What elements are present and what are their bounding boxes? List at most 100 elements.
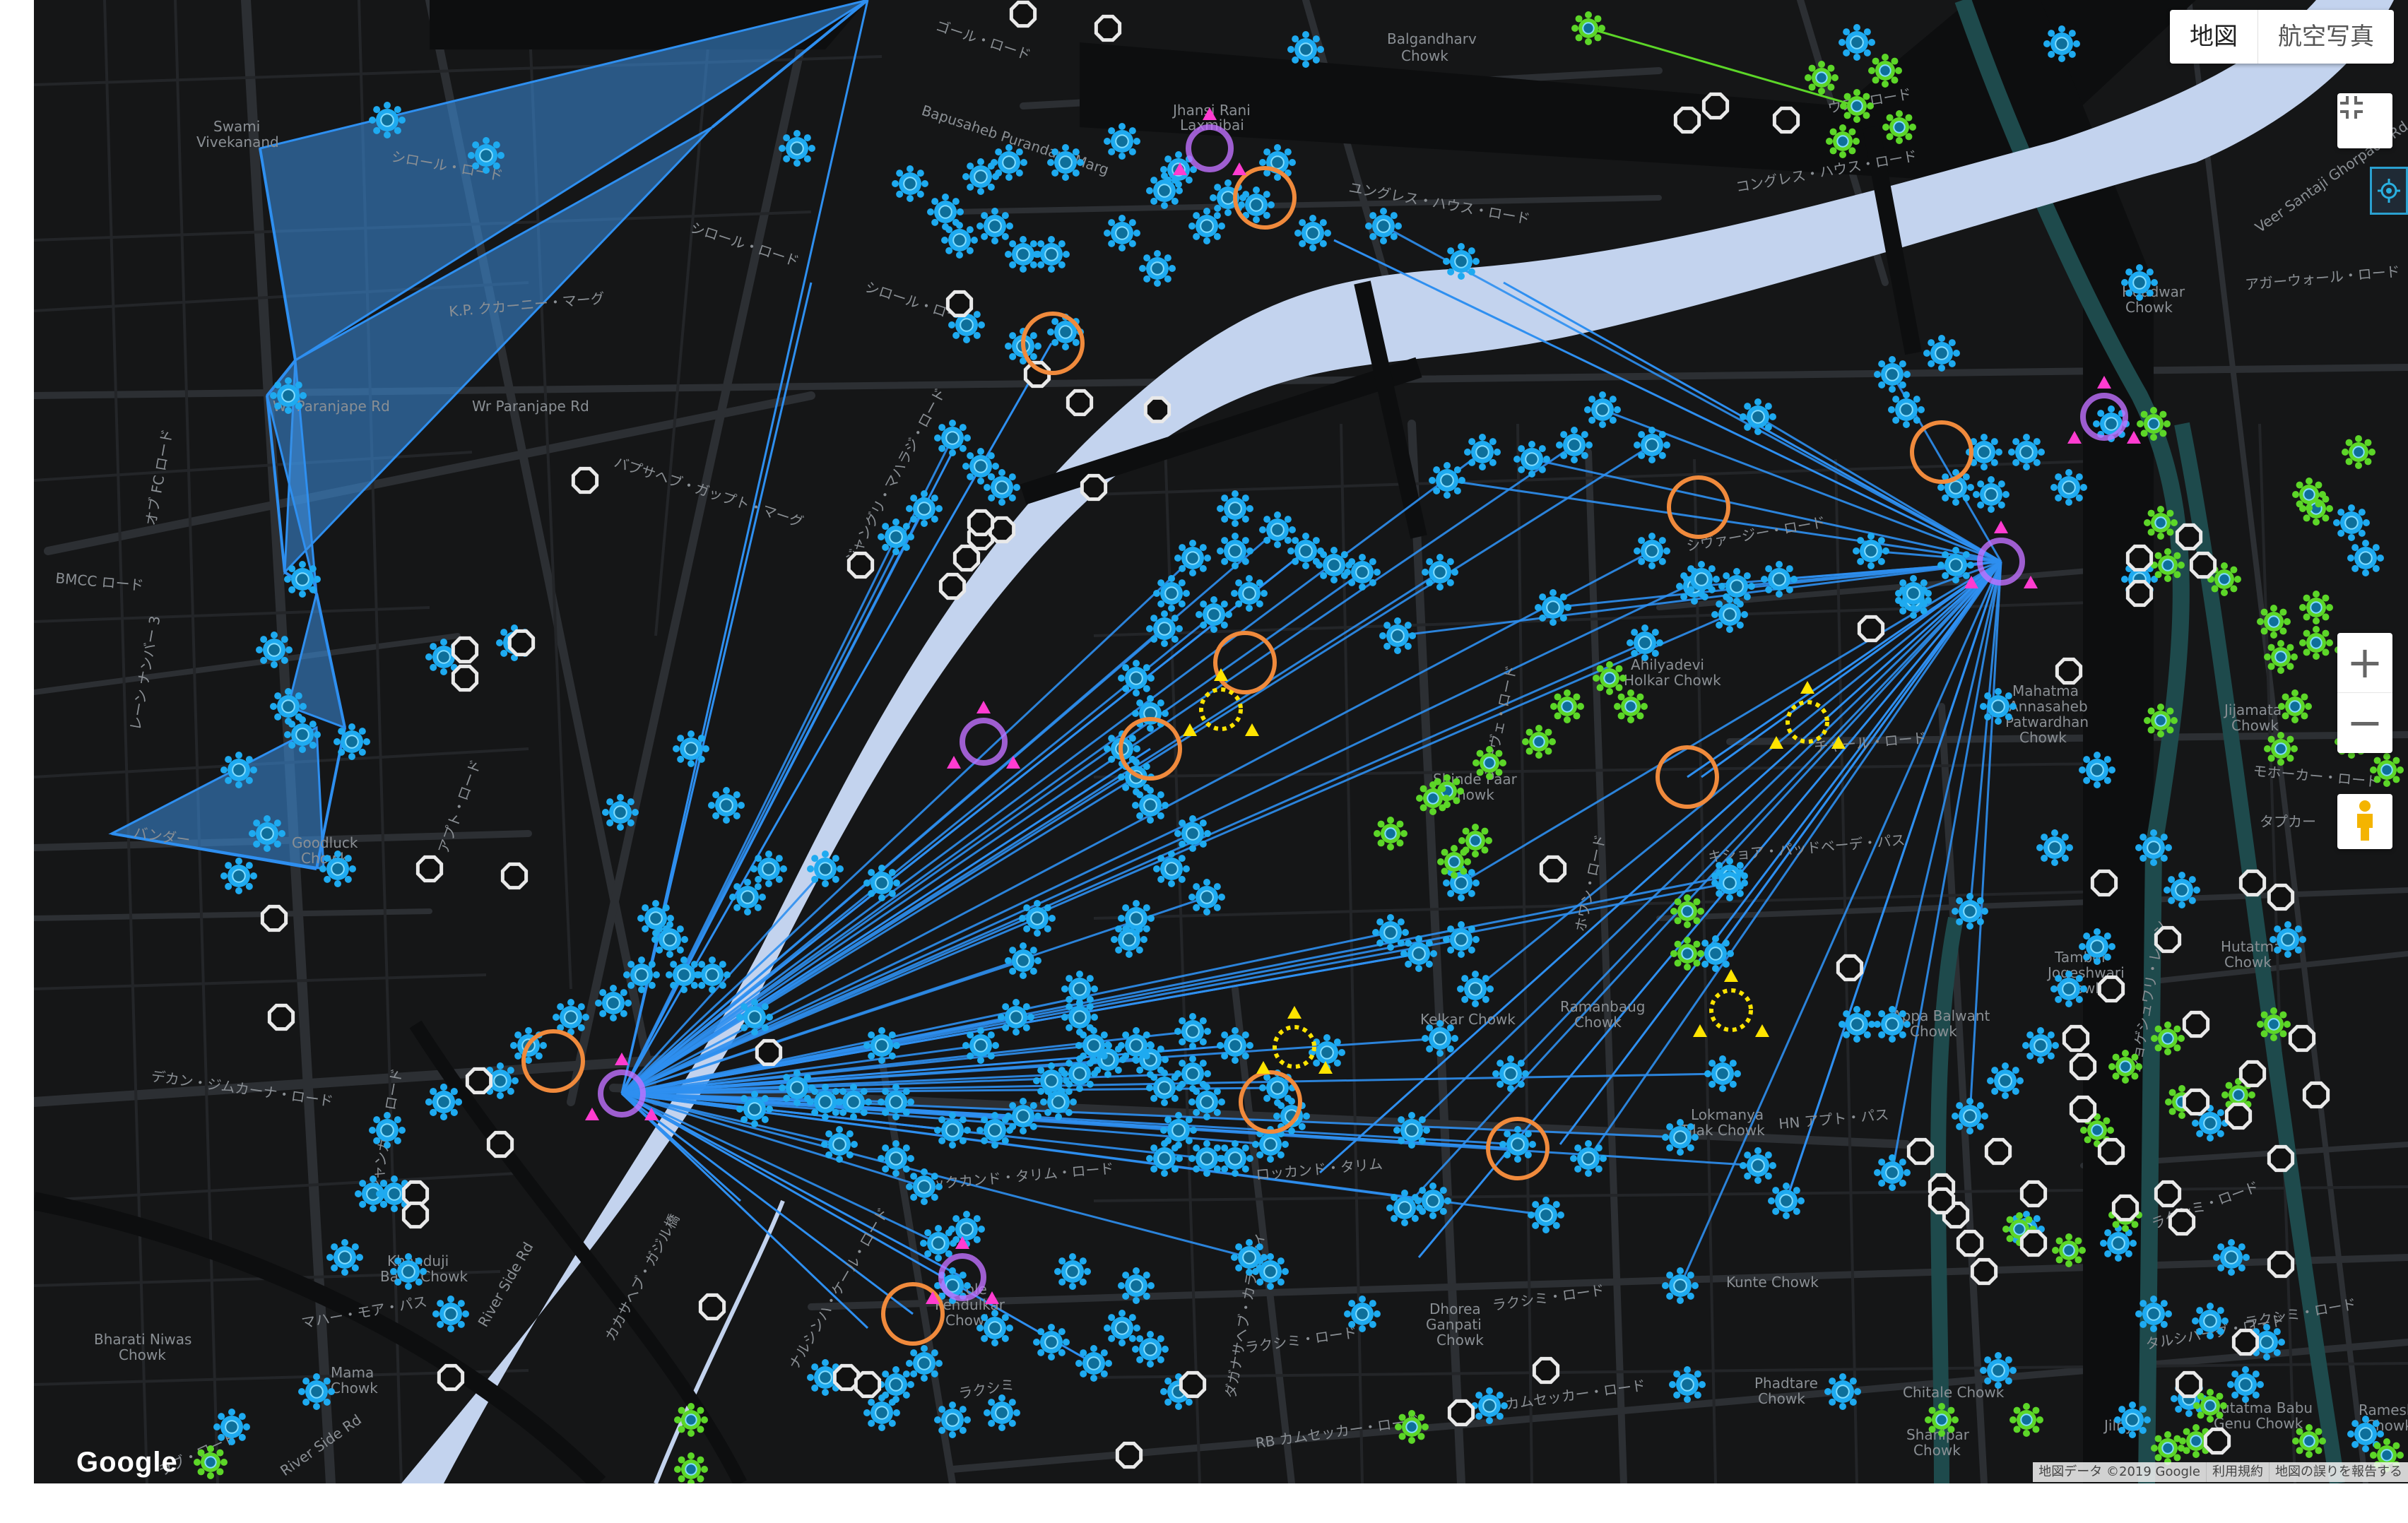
enlightened-portal[interactable] <box>1824 1373 1861 1410</box>
enlightened-portal[interactable] <box>1443 921 1480 958</box>
enlightened-portal[interactable] <box>1174 815 1211 852</box>
enlightened-portal[interactable] <box>270 688 307 725</box>
resistance-portal[interactable] <box>674 1452 708 1483</box>
enlightened-portal[interactable] <box>736 1091 773 1127</box>
enlightened-portal[interactable] <box>1174 1013 1211 1050</box>
resistance-portal[interactable] <box>2052 1233 2086 1267</box>
enlightened-portal[interactable] <box>2347 540 2384 576</box>
enlightened-portal[interactable] <box>934 1401 971 1438</box>
enlightened-portal[interactable] <box>1853 533 1889 569</box>
neutral-portal[interactable] <box>2267 883 2295 911</box>
enlightened-portal[interactable] <box>729 879 766 915</box>
enlightened-portal[interactable] <box>1952 1098 1988 1134</box>
enlightened-portal[interactable] <box>270 377 307 414</box>
neutral-portal[interactable] <box>952 544 981 572</box>
enlightened-portal[interactable] <box>1471 1387 1508 1424</box>
enlightened-portal[interactable] <box>1146 1140 1183 1177</box>
zoom-out-button[interactable]: − <box>2337 692 2392 752</box>
neutral-portal[interactable] <box>938 572 967 600</box>
enlightened-portal[interactable] <box>1231 575 1268 612</box>
enlightened-portal[interactable] <box>1188 879 1225 915</box>
resistance-portal[interactable] <box>1826 124 1860 158</box>
neutral-portal[interactable] <box>1673 106 1701 134</box>
enlightened-portal[interactable] <box>1400 935 1437 972</box>
enlightened-portal[interactable] <box>326 1239 363 1276</box>
neutral-portal[interactable] <box>571 466 599 494</box>
neutral-portal[interactable] <box>2238 869 2267 897</box>
neutral-portal[interactable] <box>2288 1024 2316 1053</box>
enlightened-portal[interactable] <box>1711 596 1748 633</box>
enlightened-portal[interactable] <box>1386 1190 1423 1226</box>
enlightened-portal[interactable] <box>2079 928 2115 965</box>
enlightened-portal[interactable] <box>1047 144 1084 181</box>
enlightened-portal[interactable] <box>1718 568 1755 605</box>
enlightened-portal[interactable] <box>736 999 773 1036</box>
enlightened-portal[interactable] <box>1937 547 1974 583</box>
enlightened-portal[interactable] <box>984 469 1020 506</box>
enlightened-portal[interactable] <box>2022 1027 2059 1064</box>
enlightened-portal[interactable] <box>1443 243 1480 280</box>
resistance-portal[interactable] <box>1840 89 1874 123</box>
resistance-portal[interactable] <box>1522 725 1556 759</box>
enlightened-portal[interactable] <box>2164 872 2200 908</box>
enlightened-portal[interactable] <box>2333 504 2370 541</box>
neutral-portal[interactable] <box>2055 657 2083 685</box>
resistance-portal[interactable] <box>1374 817 1407 851</box>
enlightened-portal[interactable] <box>1429 462 1465 499</box>
neutral-portal[interactable] <box>260 904 288 932</box>
enlightened-portal[interactable] <box>1153 575 1190 612</box>
enlightened-portal[interactable] <box>2121 264 2158 301</box>
resistance-portal[interactable] <box>2264 640 2298 674</box>
enlightened-portal[interactable] <box>425 1084 462 1120</box>
enlightened-portal[interactable] <box>1839 1006 1875 1043</box>
resistance-portal[interactable] <box>1868 54 1902 88</box>
enlightened-portal[interactable] <box>1874 1154 1911 1191</box>
neutral-portal[interactable] <box>1701 92 1730 120</box>
neutral-portal[interactable] <box>2125 579 2154 608</box>
neutral-portal[interactable] <box>1066 389 1094 417</box>
enlightened-portal[interactable] <box>1118 1267 1155 1304</box>
enlightened-portal[interactable] <box>1188 1084 1225 1120</box>
enlightened-portal[interactable] <box>1146 172 1183 209</box>
enlightened-portal[interactable] <box>1980 688 2017 725</box>
resistance-portal[interactable] <box>1571 11 1605 45</box>
enlightened-portal[interactable] <box>1365 208 1402 244</box>
enlightened-portal[interactable] <box>962 1027 999 1064</box>
neutral-portal[interactable] <box>2231 1328 2260 1356</box>
enlightened-portal[interactable] <box>298 1373 335 1410</box>
neutral-portal[interactable] <box>2111 1194 2140 1222</box>
enlightened-portal[interactable] <box>1005 1098 1041 1134</box>
enlightened-portal[interactable] <box>1464 434 1501 470</box>
enlightened-portal[interactable] <box>1316 547 1352 583</box>
map-type-map-button[interactable]: 地図 <box>2170 10 2258 64</box>
neutral-portal[interactable] <box>2302 1081 2330 1109</box>
neutral-portal[interactable] <box>2090 869 2118 897</box>
enlightened-portal[interactable] <box>1987 1062 2024 1099</box>
neutral-portal[interactable] <box>2062 1024 2090 1053</box>
enlightened-portal[interactable] <box>1874 356 1911 393</box>
enlightened-portal[interactable] <box>998 999 1034 1036</box>
resistance-portal[interactable] <box>2299 591 2333 624</box>
enlightened-portal[interactable] <box>1704 1055 1741 1092</box>
enlightened-portal[interactable] <box>1895 575 1932 612</box>
neutral-portal[interactable] <box>2175 523 2203 551</box>
enlightened-portal[interactable] <box>1556 427 1593 463</box>
neutral-portal[interactable] <box>1532 1356 1560 1385</box>
neutral-portal[interactable] <box>1772 106 1800 134</box>
neutral-portal[interactable] <box>1080 473 1108 502</box>
enlightened-portal[interactable] <box>1528 1197 1564 1233</box>
enlightened-portal[interactable] <box>1634 533 1670 569</box>
resistance-portal[interactable] <box>2137 407 2171 441</box>
neutral-portal[interactable] <box>2182 1088 2210 1116</box>
enlightened-portal[interactable] <box>1132 695 1169 732</box>
resistance-portal[interactable] <box>1593 661 1627 695</box>
enlightened-portal[interactable] <box>878 518 914 555</box>
enlightened-portal[interactable] <box>750 851 787 887</box>
neutral-portal[interactable] <box>267 1003 295 1031</box>
enlightened-portal[interactable] <box>2270 921 2306 958</box>
neutral-portal[interactable] <box>2019 1180 2048 1208</box>
resistance-portal[interactable] <box>2108 1050 2142 1084</box>
neutral-portal[interactable] <box>1970 1257 1998 1286</box>
resistance-portal[interactable] <box>2151 1431 2185 1465</box>
resistance-portal[interactable] <box>2278 689 2312 723</box>
